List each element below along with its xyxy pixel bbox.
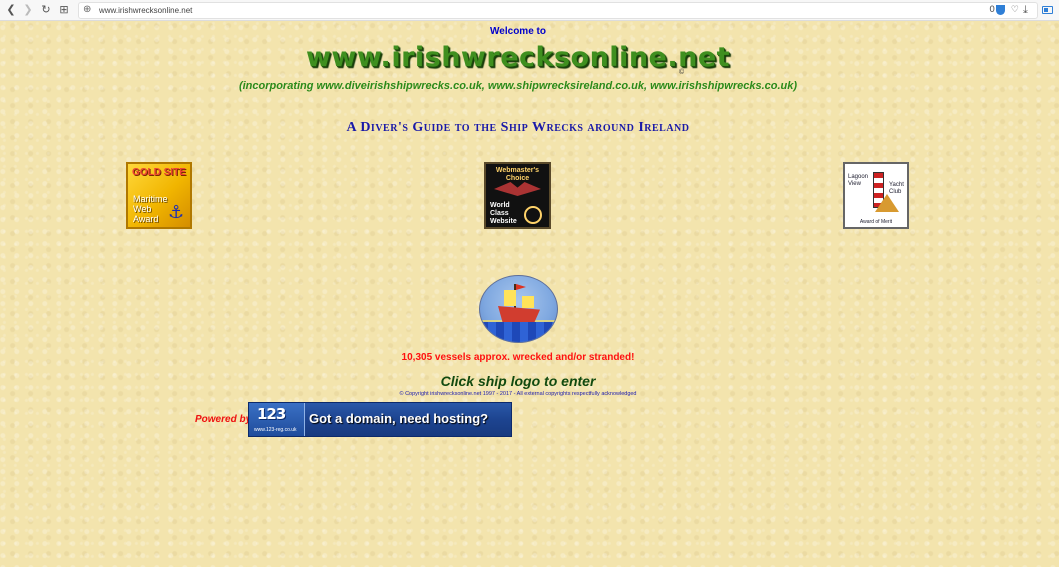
lagoon-award-merit: Award of Merit [859,219,893,225]
heart-icon[interactable]: ♡ [1011,5,1019,15]
sail-icon [504,290,516,306]
incorporating-text: (incorporating www.diveirishshipwrecks.c… [238,80,798,92]
webmaster-award-subtitle: World Class Website [490,202,517,225]
wave-icon [480,322,557,342]
browser-toolbar: ❮ ❯ ↻ ⊞ ⊕ www.irishwrecksonline.net 0 ♡ ⤓ [0,0,1059,21]
shield-icon[interactable] [995,4,1005,15]
vessel-count-text: 10,305 vessels approx. wrecked and/or st… [401,352,635,363]
enter-prompt: Click ship logo to enter [440,373,596,389]
sailboat-icon [875,194,899,212]
forward-icon[interactable]: ❯ [21,3,35,17]
gold-site-award-badge[interactable]: GOLD SITE Maritime Web Award ⚓ [126,162,192,229]
lagoon-yacht-club-award-badge[interactable]: Lagoon View Yacht Club Award of Merit [843,162,909,229]
ship-logo-enter-link[interactable] [479,275,558,343]
gold-award-subtitle: Maritime Web Award [133,194,168,224]
registrar-logo-url: www.123-reg.co.uk [254,427,297,433]
powered-by-label: Powered by [195,414,252,425]
webmasters-choice-award-badge[interactable]: Webmaster's Choice World Class Website [484,162,551,229]
flag-icon [516,284,526,290]
address-bar-icons: 0 ♡ [989,3,1019,18]
globe-icon: ⊕ [83,4,92,15]
battery-icon[interactable] [1042,6,1053,14]
hosting-ad-banner[interactable]: 123 www.123-reg.co.uk Got a domain, need… [248,402,512,437]
anchor-icon: ⚓ [168,202,185,223]
site-title: www.irishwrecksonline.net [305,42,731,73]
eagle-icon [494,182,541,196]
registrar-logo-text: 123 [257,405,286,423]
copyright-notice: © Copyright irishwrecksonline.net 1997 -… [399,391,637,397]
registrar-logo: 123 www.123-reg.co.uk [249,403,305,436]
copyright-symbol: © [679,69,685,76]
webmaster-award-title: Webmaster's Choice [495,167,540,182]
lagoon-award-title: Lagoon View [848,174,869,187]
download-icon[interactable]: ⤓ [1023,3,1028,17]
welcome-text: Welcome to [490,26,546,37]
banner-ad-text: Got a domain, need hosting? [309,411,489,426]
badge-count: 0 [989,5,995,15]
gold-award-title: GOLD SITE [132,167,186,178]
sail-icon [522,296,534,308]
page-tagline: A Diver's Guide to the Ship Wrecks aroun… [346,120,690,135]
address-bar[interactable]: ⊕ www.irishwrecksonline.net 0 ♡ [78,2,1038,19]
ship-wheel-icon [524,206,542,224]
grid-icon[interactable]: ⊞ [57,3,71,17]
url-text[interactable]: www.irishwrecksonline.net [99,4,192,17]
reload-icon[interactable]: ↻ [39,3,53,17]
back-icon[interactable]: ❮ [4,3,18,17]
